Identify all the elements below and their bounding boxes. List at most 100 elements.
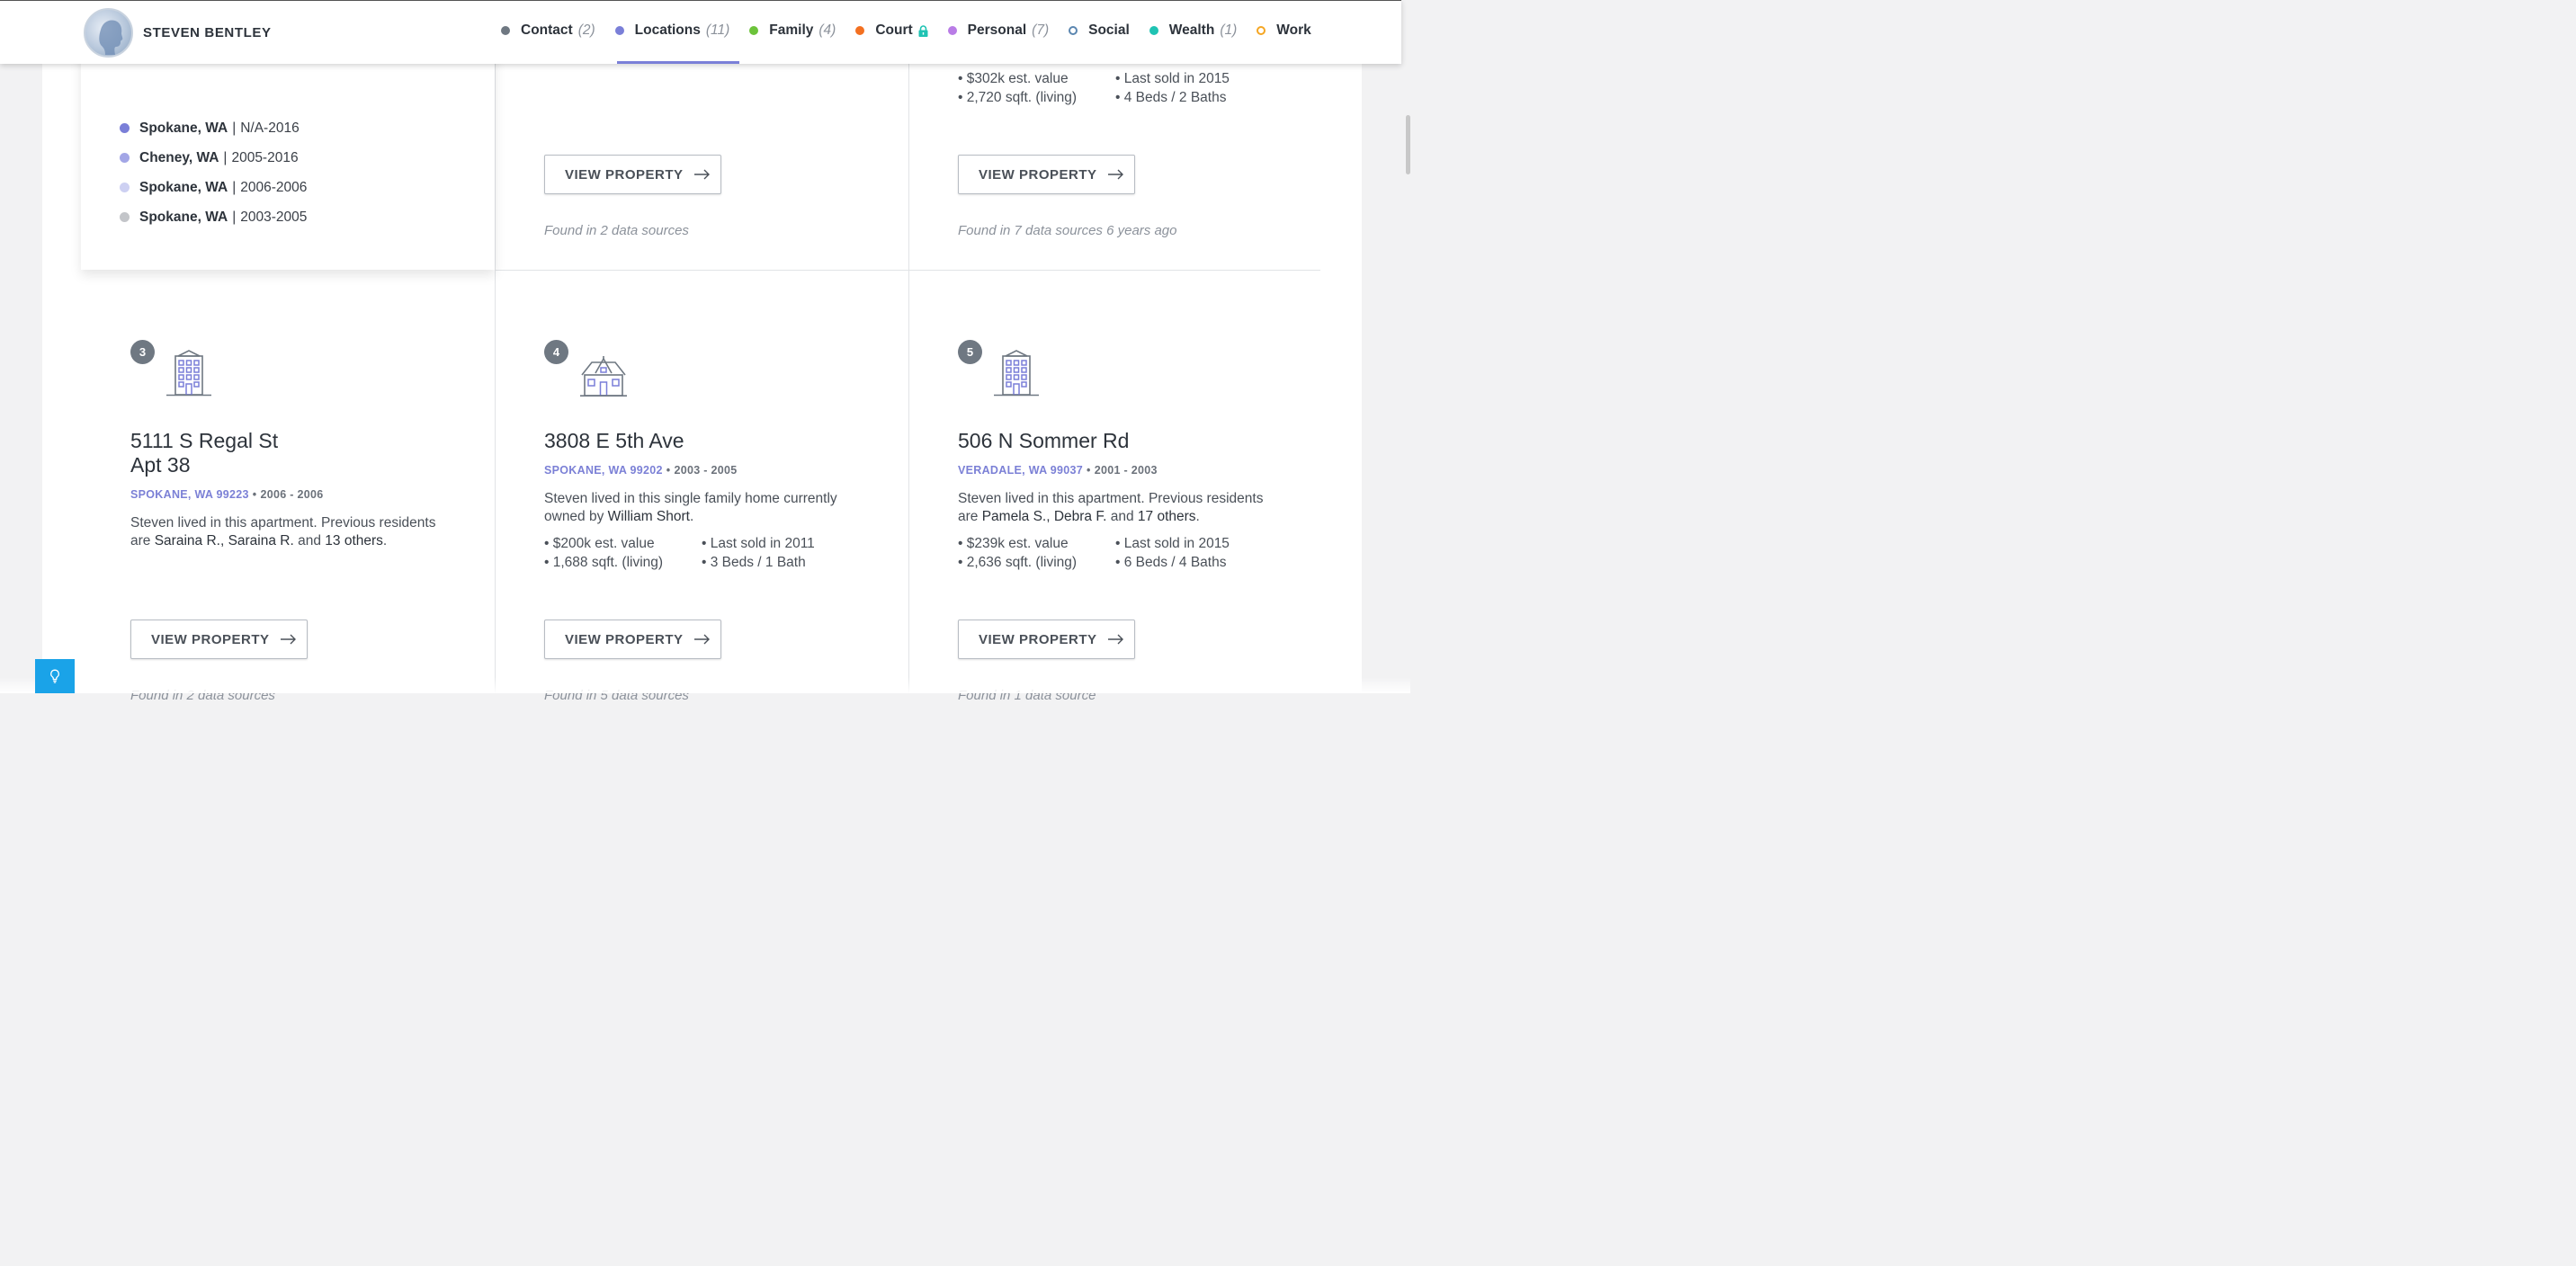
property-address: 506 N Sommer Rd — [958, 429, 1130, 452]
person-name: STEVEN BENTLEY — [143, 25, 272, 40]
stat-item: • 1,688 sqft. (living) — [544, 555, 664, 570]
location-years: 2006-2006 — [240, 179, 308, 195]
button-label: VIEW PROPERTY — [565, 166, 684, 183]
tab-personal[interactable]: Personal (7) — [938, 1, 1059, 64]
property-address: 5111 S Regal St Apt 38 — [130, 429, 279, 477]
location-history-list: Spokane, WA | N/A-2016 Cheney, WA | 2005-201… — [120, 113, 307, 232]
view-property-button[interactable]: VIEW PROPERTY — [544, 155, 721, 194]
tab-status-dot — [1069, 26, 1078, 35]
location-city: Spokane, WA — [139, 179, 228, 195]
location-city: Spokane, WA — [139, 209, 228, 225]
row-divider — [495, 270, 1320, 271]
stat-item: • 6 Beds / 4 Baths — [1115, 555, 1227, 570]
separator: | — [232, 179, 237, 195]
list-item: Spokane, WA | 2006-2006 — [120, 173, 307, 202]
tips-button[interactable] — [35, 659, 75, 693]
tab-count: (2) — [577, 22, 595, 38]
tab-count: (1) — [1220, 22, 1238, 38]
separator: | — [223, 149, 228, 165]
location-years: 2005-2016 — [231, 149, 299, 165]
tab-count: (7) — [1032, 22, 1050, 38]
property-years: 2003 - 2005 — [674, 464, 738, 477]
location-city: Cheney, WA — [139, 149, 219, 165]
tab-work[interactable]: Work — [1247, 1, 1320, 64]
property-number-badge: 3 — [130, 340, 155, 364]
tab-wealth[interactable]: Wealth (1) — [1140, 1, 1247, 64]
tab-status-dot — [855, 26, 865, 35]
tab-status-dot — [749, 26, 759, 35]
apartment-building-icon — [166, 350, 211, 397]
location-dot — [120, 153, 130, 163]
person-silhouette-icon — [99, 20, 123, 55]
tab-social[interactable]: Social — [1059, 1, 1140, 64]
property-location-meta: SPOKANE, WA 99202 • 2003 - 2005 — [544, 464, 738, 477]
apartment-building-icon — [994, 350, 1039, 397]
section-nav: Contact (2) Locations (11) Family (4) Court Per… — [491, 1, 1321, 64]
list-item: Spokane, WA | 2003-2005 — [120, 202, 307, 232]
property-city[interactable]: SPOKANE, WA 99223 — [130, 488, 249, 501]
tab-label: Personal — [967, 22, 1027, 38]
location-dot — [120, 183, 130, 192]
separator: | — [232, 120, 237, 136]
stat-item: • Last sold in 2015 — [1115, 71, 1230, 86]
tab-court[interactable]: Court — [845, 1, 937, 64]
location-dot — [120, 123, 130, 133]
tab-label: Family — [769, 22, 814, 38]
tab-label: Social — [1088, 22, 1130, 38]
tab-status-dot — [1257, 26, 1266, 35]
list-item: Spokane, WA | N/A-2016 — [120, 113, 307, 143]
tab-label: Locations — [634, 22, 701, 38]
arrow-right-icon — [280, 634, 296, 645]
location-years: N/A-2016 — [240, 120, 300, 136]
property-number-badge: 5 — [958, 340, 982, 364]
tab-contact[interactable]: Contact (2) — [491, 1, 605, 64]
arrow-right-icon — [1107, 634, 1123, 645]
view-property-button[interactable]: VIEW PROPERTY — [544, 620, 721, 659]
view-property-button[interactable]: VIEW PROPERTY — [958, 620, 1135, 659]
property-location-meta: SPOKANE, WA 99223 • 2006 - 2006 — [130, 488, 324, 501]
tab-status-dot — [501, 26, 510, 35]
property-description: Steven lived in this single family home … — [544, 491, 837, 524]
location-dot — [120, 212, 130, 222]
column-divider — [495, 0, 496, 693]
tab-status-dot — [1149, 26, 1158, 35]
scrollbar-thumb[interactable] — [1406, 115, 1410, 174]
property-description: Steven lived in this apartment. Previous… — [130, 515, 436, 548]
button-label: VIEW PROPERTY — [979, 631, 1097, 647]
data-sources-note: Found in 2 data sources — [544, 223, 689, 238]
property-years: 2001 - 2003 — [1094, 464, 1158, 477]
property-location-meta: VERADALE, WA 99037 • 2001 - 2003 — [958, 464, 1158, 477]
stat-item: • Last sold in 2015 — [1115, 536, 1230, 551]
property-city[interactable]: VERADALE, WA 99037 — [958, 464, 1083, 477]
view-property-button[interactable]: VIEW PROPERTY — [130, 620, 308, 659]
arrow-right-icon — [693, 634, 710, 645]
arrow-right-icon — [1107, 169, 1123, 180]
button-label: VIEW PROPERTY — [151, 631, 270, 647]
property-city[interactable]: SPOKANE, WA 99202 — [544, 464, 663, 477]
stat-item: • 2,720 sqft. (living) — [958, 90, 1078, 105]
profile-header: STEVEN BENTLEY Contact (2) Locations (11) Fa… — [0, 0, 1401, 64]
avatar — [84, 8, 133, 58]
tab-status-dot — [614, 26, 624, 35]
tab-locations[interactable]: Locations (11) — [605, 1, 740, 64]
stat-item: • 4 Beds / 2 Baths — [1115, 90, 1227, 105]
tab-count: (11) — [705, 22, 730, 38]
tab-label: Work — [1276, 22, 1311, 38]
property-number-badge: 4 — [544, 340, 568, 364]
stat-item: • 2,636 sqft. (living) — [958, 555, 1078, 570]
column-divider — [908, 0, 909, 693]
button-label: VIEW PROPERTY — [565, 631, 684, 647]
tab-label: Court — [875, 22, 913, 38]
property-address: 3808 E 5th Ave — [544, 429, 684, 452]
tab-label: Wealth — [1168, 22, 1215, 38]
property-description: Steven lived in this apartment. Previous… — [958, 491, 1264, 524]
location-years: 2003-2005 — [240, 209, 308, 225]
button-label: VIEW PROPERTY — [979, 166, 1097, 183]
stat-item: • Last sold in 2011 — [702, 536, 815, 551]
list-item: Cheney, WA | 2005-2016 — [120, 143, 307, 173]
bottom-fade — [0, 677, 1410, 693]
tab-family[interactable]: Family (4) — [739, 1, 845, 64]
lightbulb-icon — [50, 669, 59, 683]
property-years: 2006 - 2006 — [260, 488, 324, 501]
view-property-button[interactable]: VIEW PROPERTY — [958, 155, 1135, 194]
